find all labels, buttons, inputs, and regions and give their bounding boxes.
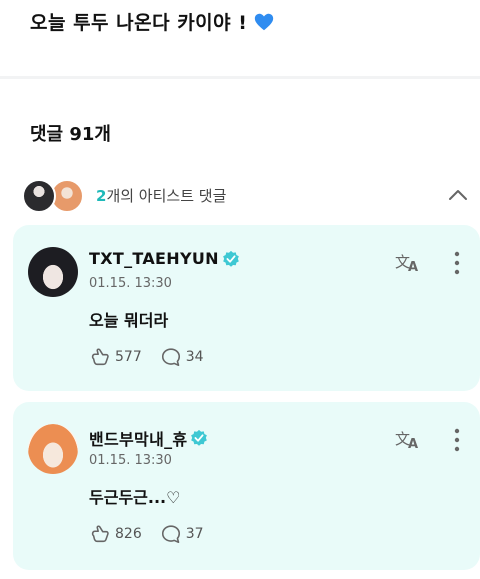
comment-timestamp: 01.15. 13:30 xyxy=(89,276,172,291)
comment-body: 두근두근...♡ xyxy=(89,488,181,507)
avatar[interactable] xyxy=(28,424,78,474)
post-text-label: 오늘 투두 나온다 카이야 ! xyxy=(30,12,248,34)
speech-bubble-icon xyxy=(161,525,180,544)
artist-avatar xyxy=(22,179,56,213)
author-name[interactable]: TXT_TAEHYUN xyxy=(89,249,219,268)
comment-author[interactable]: TXT_TAEHYUN xyxy=(89,249,240,268)
like-button[interactable]: 577 xyxy=(89,346,142,368)
reply-count: 34 xyxy=(185,349,204,365)
comment-count: 댓글 91개 xyxy=(30,124,111,145)
artist-comments-label: 2개의 아티스트 댓글 xyxy=(96,185,226,206)
artist-avatar-stack xyxy=(22,179,92,213)
more-options-icon[interactable] xyxy=(450,428,464,452)
speech-bubble-icon xyxy=(161,348,180,367)
blue-heart-icon xyxy=(255,13,274,30)
artist-comments-toggle[interactable]: 2개의 아티스트 댓글 xyxy=(0,174,480,218)
section-divider xyxy=(0,76,480,79)
like-button[interactable]: 826 xyxy=(89,523,142,545)
like-count: 826 xyxy=(115,526,142,542)
like-count: 577 xyxy=(115,349,142,365)
verified-badge-icon xyxy=(191,429,208,446)
translate-icon[interactable]: 文 A xyxy=(395,251,421,273)
svg-text:A: A xyxy=(408,260,418,273)
more-options-icon[interactable] xyxy=(450,251,464,275)
verified-badge-icon xyxy=(222,250,239,267)
reply-button[interactable]: 34 xyxy=(160,346,204,368)
chevron-up-icon[interactable] xyxy=(448,187,468,201)
svg-text:A: A xyxy=(408,437,418,450)
comment-author[interactable]: 밴드부막내_휴 xyxy=(89,426,208,450)
reply-count: 37 xyxy=(185,526,204,542)
artist-comments-text: 개의 아티스트 댓글 xyxy=(106,187,227,205)
like-icon xyxy=(91,525,109,543)
artist-comments-count: 2 xyxy=(96,187,107,205)
translate-icon[interactable]: 文 A xyxy=(395,428,421,450)
comment-timestamp: 01.15. 13:30 xyxy=(89,453,172,468)
avatar[interactable] xyxy=(28,247,78,297)
reply-button[interactable]: 37 xyxy=(160,523,204,545)
comment-stats: 577 34 xyxy=(89,346,222,368)
comment-body: 오늘 뭐더라 xyxy=(89,311,169,330)
like-icon xyxy=(91,348,109,366)
comment-card: 밴드부막내_휴 01.15. 13:30 두근두근...♡ 826 37 文 A xyxy=(13,402,480,570)
comment-card: TXT_TAEHYUN 01.15. 13:30 오늘 뭐더라 577 34 文… xyxy=(13,225,480,391)
comment-stats: 826 37 xyxy=(89,523,222,545)
post-text: 오늘 투두 나온다 카이야 ! xyxy=(30,8,275,35)
author-name[interactable]: 밴드부막내_휴 xyxy=(89,426,187,450)
